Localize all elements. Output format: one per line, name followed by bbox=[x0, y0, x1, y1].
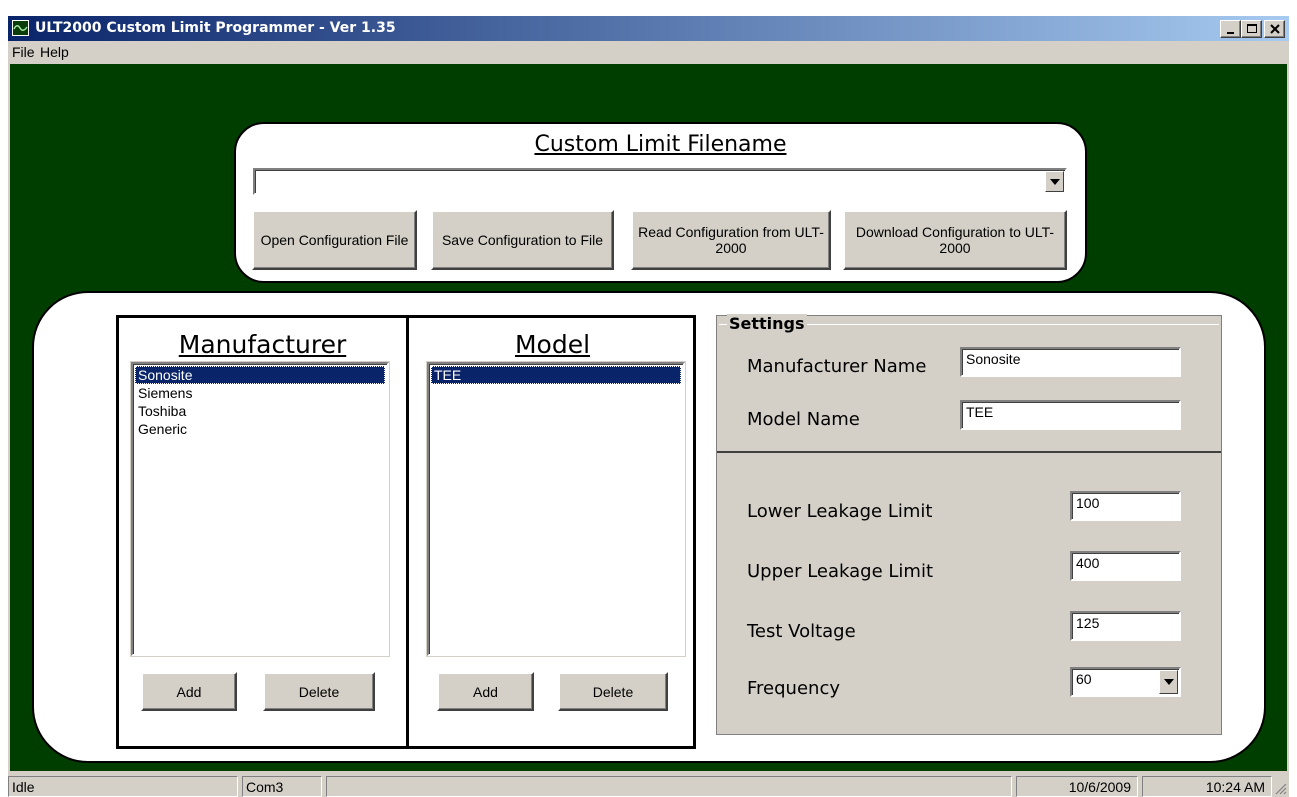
close-icon bbox=[1269, 24, 1280, 34]
lists-box: Manufacturer Sonosite Siemens Toshiba Gener… bbox=[116, 315, 696, 749]
delete-model-button[interactable]: Delete bbox=[558, 672, 668, 711]
add-manufacturer-button[interactable]: Add bbox=[141, 672, 237, 711]
frequency-value: 60 bbox=[1076, 671, 1092, 687]
model-heading: Model bbox=[514, 330, 591, 359]
minimize-button[interactable] bbox=[1220, 20, 1241, 38]
status-message bbox=[326, 776, 1012, 797]
test-voltage-field[interactable]: 125 bbox=[1070, 611, 1181, 641]
model-list[interactable]: TEE bbox=[427, 362, 685, 656]
filename-panel: Custom Limit Filename Open Configuration… bbox=[234, 122, 1087, 283]
menu-bar: File Help bbox=[8, 41, 1289, 63]
chevron-down-icon bbox=[1164, 679, 1174, 685]
test-voltage-label: Test Voltage bbox=[747, 621, 856, 642]
app-icon bbox=[12, 20, 29, 36]
minimize-icon bbox=[1226, 32, 1234, 34]
model-name-label: Model Name bbox=[747, 409, 860, 430]
save-configuration-button[interactable]: Save Configuration to File bbox=[431, 210, 614, 270]
close-button[interactable] bbox=[1264, 20, 1285, 38]
list-item[interactable]: TEE bbox=[431, 366, 681, 384]
manufacturer-name-field[interactable]: Sonosite bbox=[960, 347, 1181, 377]
client-area: Custom Limit Filename Open Configuration… bbox=[10, 64, 1287, 771]
settings-group: Settings Manufacturer Name Sonosite Mode… bbox=[716, 314, 1222, 735]
manufacturer-list[interactable]: Sonosite Siemens Toshiba Generic bbox=[131, 362, 389, 656]
resize-grip-icon[interactable] bbox=[1275, 783, 1287, 795]
main-panel: Manufacturer Sonosite Siemens Toshiba Gener… bbox=[32, 291, 1266, 763]
lists-divider bbox=[406, 318, 409, 746]
upper-leakage-label: Upper Leakage Limit bbox=[747, 561, 934, 582]
list-item[interactable]: Siemens bbox=[135, 384, 385, 402]
menu-help[interactable]: Help bbox=[37, 43, 72, 61]
add-model-button[interactable]: Add bbox=[437, 672, 534, 711]
delete-manufacturer-button[interactable]: Delete bbox=[263, 672, 375, 711]
status-date: 10/6/2009 bbox=[1016, 776, 1138, 797]
download-configuration-button[interactable]: Download Configuration to ULT-2000 bbox=[843, 210, 1067, 270]
app-window: ULT2000 Custom Limit Programmer - Ver 1.… bbox=[8, 16, 1289, 797]
model-name-field[interactable]: TEE bbox=[960, 400, 1181, 430]
maximize-icon bbox=[1246, 24, 1257, 33]
list-item[interactable]: Toshiba bbox=[135, 402, 385, 420]
lower-leakage-field[interactable]: 100 bbox=[1070, 491, 1181, 521]
filename-dropdown-button[interactable] bbox=[1045, 171, 1064, 192]
list-item[interactable]: Sonosite bbox=[135, 366, 385, 384]
title-bar[interactable]: ULT2000 Custom Limit Programmer - Ver 1.… bbox=[8, 16, 1289, 41]
window-title: ULT2000 Custom Limit Programmer - Ver 1.… bbox=[35, 20, 396, 36]
open-configuration-button[interactable]: Open Configuration File bbox=[252, 210, 417, 270]
status-port: Com3 bbox=[242, 776, 322, 797]
filename-heading: Custom Limit Filename bbox=[534, 132, 787, 157]
menu-file[interactable]: File bbox=[9, 43, 38, 61]
status-text: Idle bbox=[8, 776, 238, 797]
filename-combobox[interactable] bbox=[253, 168, 1067, 195]
read-configuration-button[interactable]: Read Configuration from ULT-2000 bbox=[631, 210, 831, 270]
maximize-button[interactable] bbox=[1241, 20, 1262, 38]
status-bar: Idle Com3 10/6/2009 10:24 AM bbox=[8, 774, 1289, 797]
chevron-down-icon bbox=[1050, 179, 1060, 185]
lower-leakage-label: Lower Leakage Limit bbox=[747, 501, 933, 522]
status-time: 10:24 AM bbox=[1142, 776, 1272, 797]
frequency-label: Frequency bbox=[747, 678, 840, 699]
frequency-dropdown-button[interactable] bbox=[1159, 670, 1178, 694]
manufacturer-name-label: Manufacturer Name bbox=[747, 356, 927, 377]
settings-legend: Settings bbox=[727, 314, 807, 333]
manufacturer-heading: Manufacturer bbox=[178, 330, 347, 359]
frequency-select[interactable]: 60 bbox=[1070, 667, 1181, 697]
upper-leakage-field[interactable]: 400 bbox=[1070, 551, 1181, 581]
list-item[interactable]: Generic bbox=[135, 420, 385, 438]
settings-divider bbox=[717, 451, 1221, 453]
